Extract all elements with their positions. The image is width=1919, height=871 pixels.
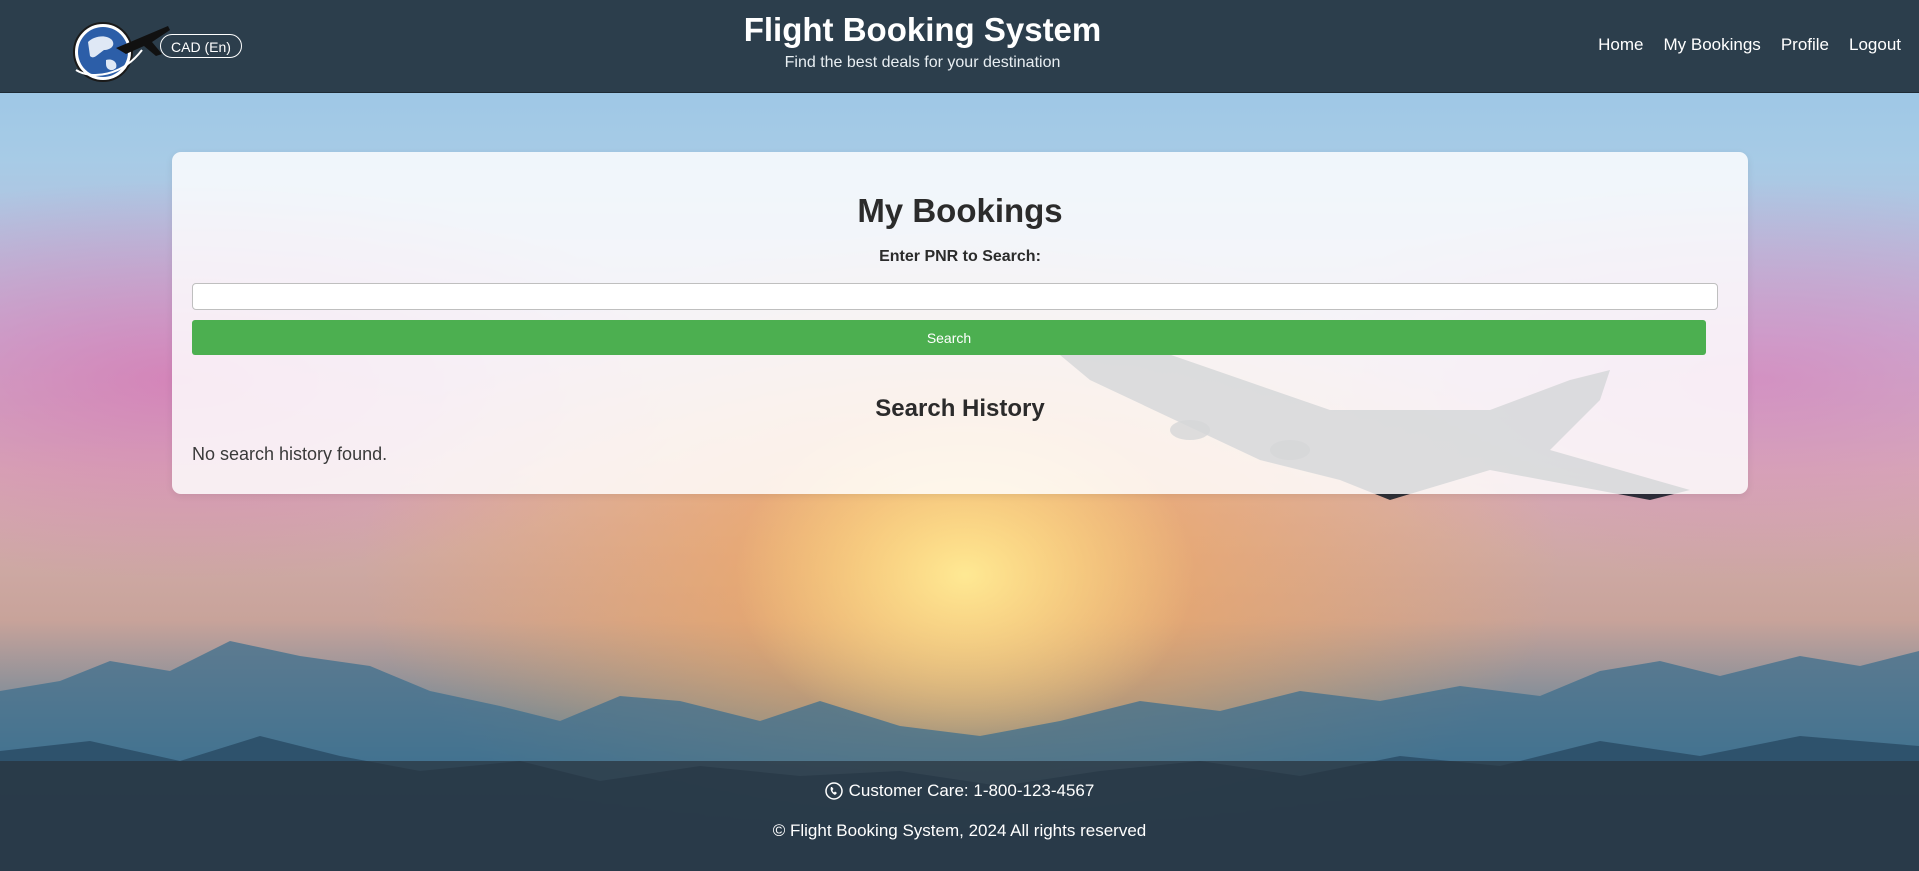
brand: Flight Booking System Find the best deal… [0,10,1845,73]
search-history-heading: Search History [875,395,1045,422]
nav-profile[interactable]: Profile [1781,35,1829,55]
page-title: My Bookings [857,192,1063,229]
nav-logout[interactable]: Logout [1849,35,1901,55]
copyright: © Flight Booking System, 2024 All rights… [772,821,1147,840]
customer-care: Customer Care: 1-800-123-4567 [0,781,1919,801]
site-title: Flight Booking System [743,11,1102,48]
pnr-input[interactable] [192,283,1718,310]
main-nav: Home My Bookings Profile Logout [1598,35,1901,55]
nav-home[interactable]: Home [1598,35,1643,55]
phone-icon [824,782,843,800]
search-history-empty: No search history found. [192,444,388,464]
search-button[interactable]: Search [192,320,1706,355]
pnr-label: Enter PNR to Search: [879,248,1041,265]
site-subtitle: Find the best deals for your destination [784,54,1061,71]
bookings-card: My Bookings Enter PNR to Search: Search … [172,152,1748,494]
site-header: CAD (En) Flight Booking System Find the … [0,0,1919,93]
nav-my-bookings[interactable]: My Bookings [1663,35,1760,55]
customer-care-text: Customer Care: 1-800-123-4567 [848,781,1095,800]
site-footer: Customer Care: 1-800-123-4567 © Flight B… [0,761,1919,871]
